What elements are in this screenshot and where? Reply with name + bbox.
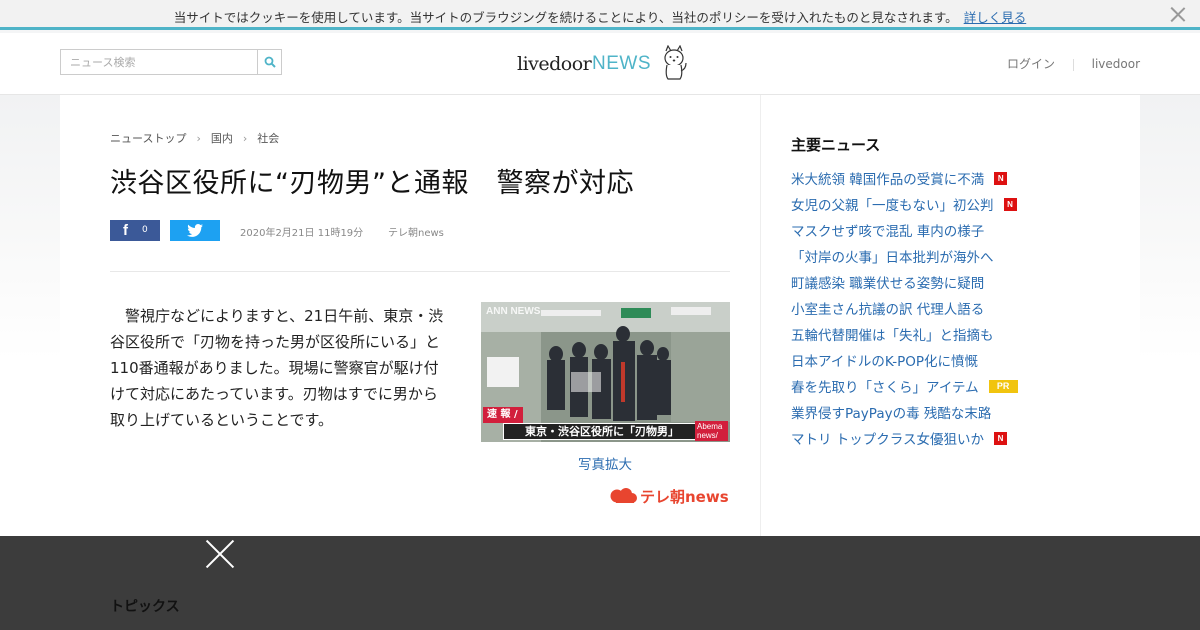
news-headline: 女児の父親「一度もない」初公判	[791, 198, 994, 214]
news-headline: 町議感染 職業伏せる姿勢に疑問	[791, 276, 985, 292]
twitter-share-button[interactable]	[170, 220, 220, 241]
breadcrumb-item-domestic[interactable]: 国内	[211, 130, 233, 146]
divider	[110, 271, 730, 272]
search-box	[60, 49, 282, 75]
photo-channel-logo: ANN NEWS	[486, 306, 541, 317]
close-icon[interactable]	[205, 538, 235, 568]
twitter-icon	[187, 224, 203, 237]
cookie-notice: 当サイトではクッキーを使用しています。当サイトのブラウジングを続けることにより、…	[0, 7, 1200, 26]
news-list-item[interactable]: 女児の父親「一度もない」初公判 N	[791, 191, 1018, 217]
header-nav: ログイン livedoor	[1007, 55, 1140, 72]
bottom-overlay: トピックス	[0, 536, 1200, 630]
topics-heading: トピックス	[110, 599, 180, 615]
news-list: 米大統領 韓国作品の受賞に不満 N 女児の父親「一度もない」初公判 N マスクせず咳で混…	[791, 165, 1018, 451]
article-panel: ニューストップ › 国内 › 社会 渋谷区役所に“刃物男”と通報 警察が対応 f 0 2…	[60, 95, 760, 536]
news-headline: 業界侵すPayPayの毒 残酷な末路	[791, 406, 992, 422]
chevron-right-icon: ›	[196, 132, 201, 145]
sidebar-heading: 主要ニュース	[791, 136, 881, 154]
cookie-bar: 当サイトではクッキーを使用しています。当サイトのブラウジングを続けることにより、…	[0, 0, 1200, 30]
news-headline: マスクせず咳で混乱 車内の様子	[791, 224, 985, 240]
news-list-item[interactable]: 「対岸の火事」日本批判が海外へ	[791, 243, 1018, 269]
nav-divider	[1072, 58, 1074, 71]
search-icon	[264, 56, 276, 68]
article-photo[interactable]: ANN NEWS 速 報 / 東京・渋谷区役所に「刃物男」 Abema news…	[481, 302, 730, 442]
breadcrumb-item-top[interactable]: ニューストップ	[110, 130, 186, 146]
news-list-item[interactable]: マスクせず咳で混乱 車内の様子	[791, 217, 1018, 243]
new-badge: N	[994, 431, 1008, 445]
news-headline: 「対岸の火事」日本批判が海外へ	[791, 250, 994, 266]
news-headline: 米大統領 韓国作品の受賞に不満	[791, 172, 985, 188]
site-header: livedoor NEWS ログイン livedoor	[0, 33, 1200, 95]
facebook-share-count: 0	[142, 225, 148, 235]
article-date: 2020年2月21日 11時19分	[240, 228, 364, 239]
close-icon[interactable]	[1170, 6, 1186, 22]
photo-breaking-label: 速 報 /	[483, 407, 523, 423]
source-logo-text: テレ朝news	[640, 488, 729, 506]
photo-zoom-link[interactable]: 写真拡大	[578, 453, 632, 473]
search-input[interactable]	[61, 50, 257, 74]
news-headline: 小室圭さん抗議の訳 代理人語る	[791, 302, 985, 318]
dog-mascot-icon	[664, 45, 687, 80]
livedoor-link[interactable]: livedoor	[1092, 57, 1140, 71]
source-logo[interactable]: テレ朝news	[610, 486, 732, 506]
page-title: 渋谷区役所に“刃物男”と通報 警察が対応	[110, 168, 634, 199]
sidebar: 主要ニュース 米大統領 韓国作品の受賞に不満 N 女児の父親「一度もない」初公判 N マ…	[760, 95, 1140, 536]
news-list-item[interactable]: 町議感染 職業伏せる姿勢に疑問	[791, 269, 1018, 295]
news-list-item[interactable]: マトリ トップクラス女優狙いか N	[791, 425, 1018, 451]
login-link[interactable]: ログイン	[1007, 55, 1055, 72]
site-logo[interactable]: livedoor NEWS	[517, 45, 697, 81]
news-list-item[interactable]: 五輪代替開催は「失礼」と指摘も	[791, 321, 1018, 347]
photo-abema-logo: Abema news/	[695, 421, 728, 441]
news-headline: 五輪代替開催は「失礼」と指摘も	[791, 328, 994, 344]
tv-asahi-logo-icon	[610, 488, 637, 503]
news-headline: 春を先取り「さくら」アイテム	[791, 380, 979, 396]
breadcrumb: ニューストップ › 国内 › 社会	[110, 130, 279, 146]
new-badge: N	[994, 171, 1008, 185]
news-list-item[interactable]: 小室圭さん抗議の訳 代理人語る	[791, 295, 1018, 321]
chevron-right-icon: ›	[242, 132, 248, 145]
cookie-notice-text: 当サイトではクッキーを使用しています。当サイトのブラウジングを続けることにより、…	[173, 10, 958, 25]
facebook-icon: f	[123, 222, 128, 239]
news-list-item[interactable]: 日本アイドルのK-POP化に憤慨	[791, 347, 1018, 373]
news-list-item[interactable]: 米大統領 韓国作品の受賞に不満 N	[791, 165, 1018, 191]
article-source[interactable]: テレ朝news	[388, 224, 444, 239]
search-button[interactable]	[257, 50, 281, 74]
logo-livedoor: livedoor	[517, 53, 592, 75]
cookie-details-link[interactable]: 詳しく見る	[964, 10, 1027, 25]
news-headline: マトリ トップクラス女優狙いか	[791, 432, 985, 448]
breadcrumb-item-society[interactable]: 社会	[257, 130, 279, 146]
pr-badge: PR	[988, 379, 1018, 393]
new-badge: N	[1003, 197, 1017, 211]
news-list-item[interactable]: 春を先取り「さくら」アイテム PR	[791, 373, 1018, 399]
news-list-item[interactable]: 業界侵すPayPayの毒 残酷な末路	[791, 399, 1018, 425]
article-body: 警視庁などによりますと、21日午前、東京・渋谷区役所で「刃物を持った男が区役所に…	[110, 307, 444, 429]
news-headline: 日本アイドルのK-POP化に憤慨	[791, 354, 979, 370]
facebook-share-button[interactable]: f 0	[110, 220, 160, 241]
photo-caption: 東京・渋谷区役所に「刃物男」	[503, 423, 701, 440]
logo-news: NEWS	[592, 53, 651, 74]
